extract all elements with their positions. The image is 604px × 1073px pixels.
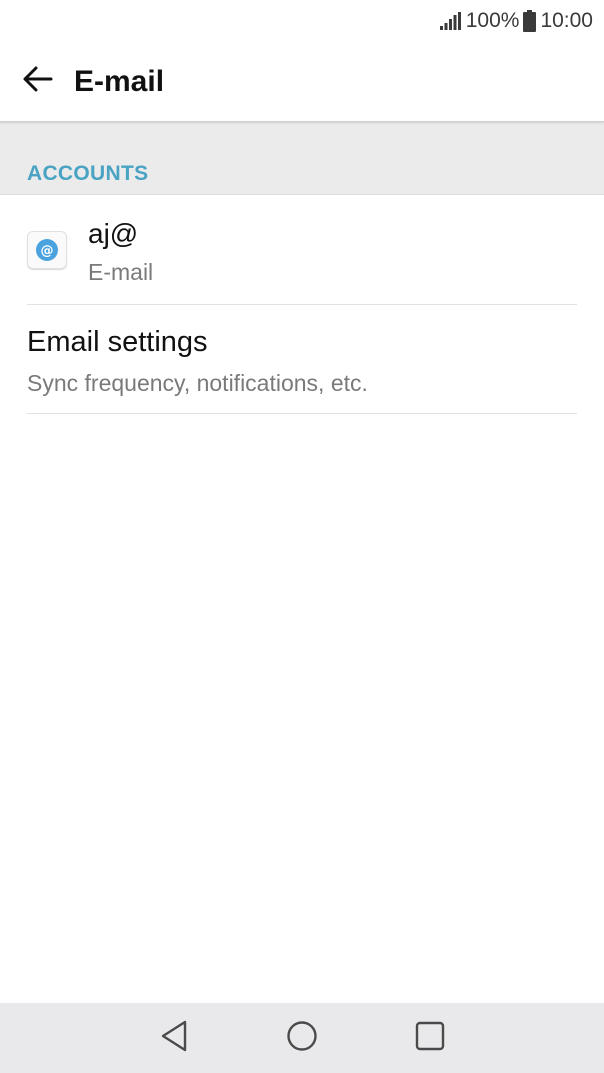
signal-icon bbox=[439, 12, 462, 30]
divider bbox=[27, 413, 577, 414]
page-title: E-mail bbox=[74, 64, 165, 98]
navigation-bar bbox=[0, 1003, 604, 1073]
section-header-label: ACCOUNTS bbox=[27, 162, 149, 185]
nav-home-button[interactable] bbox=[272, 1008, 332, 1068]
screen: 100% 10:00 E-mail ACCOUNTS @ aj@ E-mail … bbox=[0, 0, 604, 1073]
account-item[interactable]: @ aj@ E-mail bbox=[0, 196, 604, 305]
section-header-accounts: ACCOUNTS bbox=[0, 122, 604, 195]
back-button[interactable] bbox=[16, 60, 60, 104]
svg-text:@: @ bbox=[41, 244, 54, 259]
nav-recents-button[interactable] bbox=[400, 1008, 460, 1068]
app-bar: E-mail bbox=[0, 42, 604, 122]
account-name: aj@ bbox=[88, 218, 139, 249]
battery-percent: 100% bbox=[465, 9, 520, 32]
clock: 10:00 bbox=[540, 9, 593, 32]
email-settings-subtitle: Sync frequency, notifications, etc. bbox=[27, 370, 368, 396]
nav-back-button[interactable] bbox=[144, 1008, 204, 1068]
email-settings-item[interactable]: Email settings Sync frequency, notificat… bbox=[0, 305, 604, 414]
triangle-back-icon bbox=[159, 1019, 189, 1058]
at-sign-icon: @ bbox=[27, 231, 67, 269]
square-recents-icon bbox=[414, 1020, 446, 1057]
circle-home-icon bbox=[286, 1020, 318, 1057]
status-bar: 100% 10:00 bbox=[0, 0, 604, 42]
account-type: E-mail bbox=[88, 259, 154, 285]
arrow-back-icon bbox=[23, 66, 53, 97]
battery-icon bbox=[523, 10, 537, 32]
email-settings-title: Email settings bbox=[27, 326, 208, 358]
